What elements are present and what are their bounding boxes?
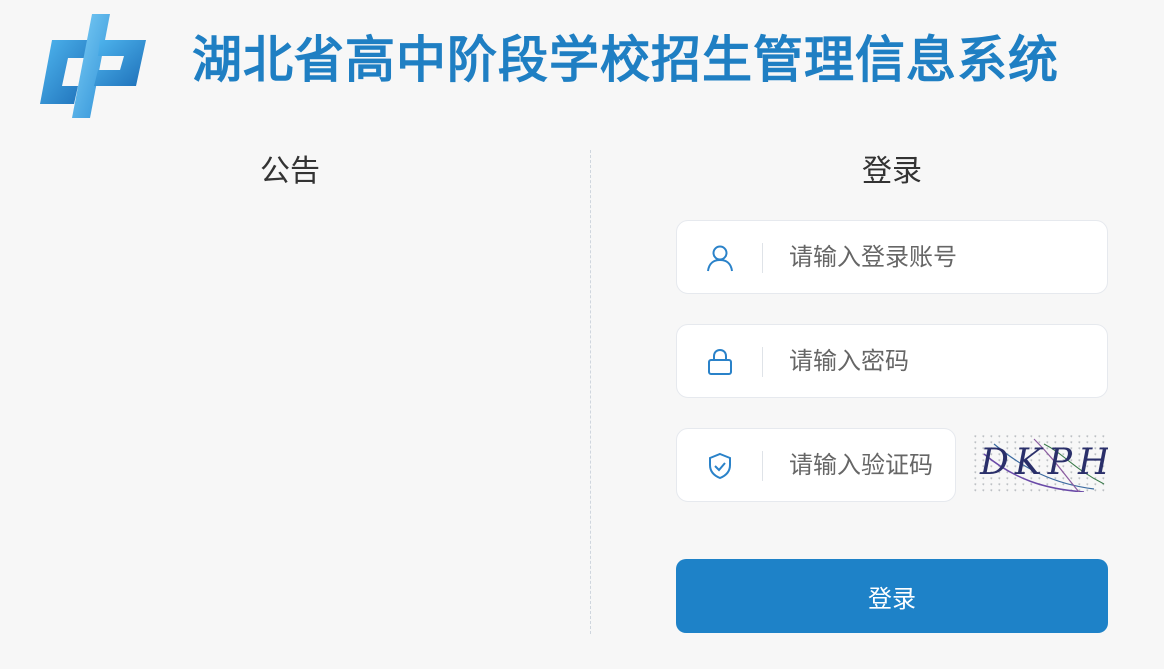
login-title: 登录 [862,154,922,189]
captcha-image[interactable]: * DKPH [974,434,1108,492]
lock-icon [708,348,732,375]
username-field[interactable] [676,220,1108,294]
captcha-field[interactable] [676,428,956,502]
app-title: 湖北省高中阶段学校招生管理信息系统 [192,31,1059,89]
field-separator [762,347,763,377]
captcha-code: DKPH [980,442,1108,483]
username-input[interactable] [789,221,1089,293]
captcha-input[interactable] [789,429,937,501]
password-field[interactable] [676,324,1108,398]
login-button[interactable]: 登录 [676,559,1108,633]
notice-title: 公告 [260,154,320,189]
password-input[interactable] [789,325,1089,397]
logo-icon [40,14,146,118]
shield-check-icon [709,452,731,480]
field-separator [762,451,763,481]
header: 湖北省高中阶段学校招生管理信息系统 [0,0,1164,130]
user-icon [707,245,733,272]
section-divider [590,150,591,634]
field-separator [762,243,763,273]
